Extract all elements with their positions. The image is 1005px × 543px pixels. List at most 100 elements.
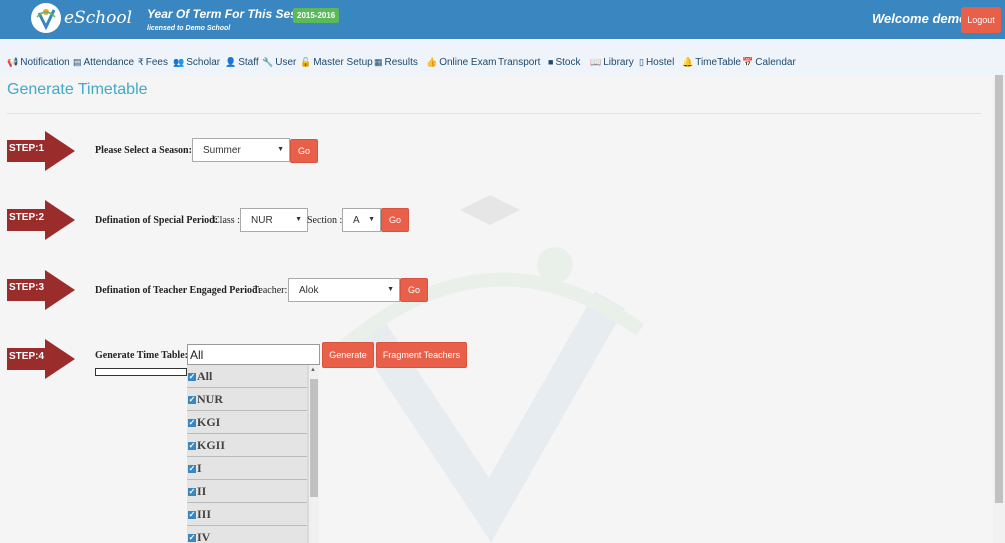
step-2-marker: STEP:2 bbox=[7, 200, 75, 245]
nav-item-label: Fees bbox=[145, 57, 168, 68]
welcome-text: Welcome demo ! bbox=[872, 11, 976, 26]
nav-item-notification[interactable]: 📢 Notification bbox=[7, 57, 70, 68]
licensed-text: licensed to Demo School bbox=[147, 25, 231, 32]
season-value: Summer bbox=[203, 145, 241, 156]
class-option-label: III bbox=[197, 507, 212, 521]
dropdown-arrow-icon: ▼ bbox=[368, 216, 375, 223]
class-options-list[interactable]: ✓ All ✓ NUR ✓ KGI ✓ KGII ✓ I ✓ II ✓ III ✓ IV bbox=[187, 365, 319, 543]
main-nav: 📢 Notification ▤ Attendance ₹ Fees 👥 Scholar 👤 St… bbox=[0, 39, 1005, 75]
top-bar: eSchool Year Of Term For This Session :-… bbox=[0, 0, 1005, 39]
nav-item-label: Online Exam bbox=[439, 57, 497, 68]
class-option-item[interactable]: ✓ III bbox=[187, 503, 307, 526]
nav-item-calendar[interactable]: 📅 Calendar bbox=[742, 57, 796, 68]
teacher-value: Alok bbox=[299, 285, 319, 296]
nav-item-stock[interactable]: ■ Stock bbox=[548, 57, 580, 68]
special-period-go-button[interactable]: Go bbox=[381, 208, 409, 232]
class-option-item[interactable]: ✓ KGII bbox=[187, 434, 307, 457]
section-select[interactable]: A ▼ bbox=[342, 208, 381, 232]
building-icon: ▯ bbox=[639, 57, 644, 67]
bell-icon: 🔔 bbox=[682, 57, 694, 67]
generate-button[interactable]: Generate bbox=[322, 342, 374, 368]
calendar-icon: 📅 bbox=[742, 57, 754, 67]
nav-item-scholar[interactable]: 👥 Scholar bbox=[173, 57, 220, 68]
class-option-item[interactable]: ✓ II bbox=[187, 480, 307, 503]
nav-item-label: Notification bbox=[20, 57, 70, 68]
nav-item-label: Stock bbox=[555, 57, 581, 68]
dropdown-arrow-icon: ▼ bbox=[295, 216, 302, 223]
season-label: Please Select a Season: bbox=[95, 145, 192, 156]
nav-item-library[interactable]: 📖 Library bbox=[590, 57, 634, 68]
page-title: Generate Timetable bbox=[7, 81, 148, 98]
logo-icon[interactable] bbox=[31, 3, 61, 33]
nav-item-attendance[interactable]: ▤ Attendance bbox=[73, 57, 134, 68]
teacher-go-button[interactable]: Go bbox=[400, 278, 428, 302]
logout-button[interactable]: Logout bbox=[961, 7, 1001, 33]
rupee-icon: ₹ bbox=[138, 57, 144, 67]
class-option-label: All bbox=[197, 369, 213, 383]
section-value: A bbox=[353, 215, 360, 226]
wrench-icon: 🔧 bbox=[262, 57, 274, 67]
checkbox-checked-icon[interactable]: ✓ bbox=[188, 396, 196, 404]
page-scroll-thumb[interactable] bbox=[995, 75, 1003, 503]
class-multiselect-input[interactable]: All bbox=[187, 344, 320, 365]
checkbox-checked-icon[interactable]: ✓ bbox=[188, 465, 196, 473]
nav-item-transport[interactable]: Transport bbox=[498, 57, 540, 68]
nav-item-results[interactable]: ▦ Results bbox=[374, 57, 418, 68]
class-option-item[interactable]: ✓ All bbox=[187, 365, 307, 388]
step-1-label: STEP:1 bbox=[9, 143, 45, 154]
nav-item-staff[interactable]: 👤 Staff bbox=[225, 57, 259, 68]
class-select[interactable]: NUR ▼ bbox=[240, 208, 308, 232]
class-option-item[interactable]: ✓ IV bbox=[187, 526, 307, 543]
step-3-marker: STEP:3 bbox=[7, 270, 75, 315]
nav-item-label: Attendance bbox=[83, 57, 135, 68]
class-option-item[interactable]: ✓ KGI bbox=[187, 411, 307, 434]
step-4-label: STEP:4 bbox=[9, 351, 45, 362]
document-icon: ▤ bbox=[73, 57, 82, 67]
checkbox-checked-icon[interactable]: ✓ bbox=[188, 442, 196, 450]
generate-timetable-label: Generate Time Table: bbox=[95, 350, 188, 361]
teacher-select[interactable]: Alok ▼ bbox=[288, 278, 400, 302]
nav-item-user[interactable]: 🔧 User bbox=[262, 57, 296, 68]
title-divider bbox=[7, 113, 981, 114]
options-scrollbar[interactable]: ▲ bbox=[309, 365, 319, 543]
page-scrollbar[interactable] bbox=[993, 75, 1005, 543]
step-3-label: STEP:3 bbox=[9, 282, 45, 293]
class-option-label: KGI bbox=[197, 415, 221, 429]
session-badge: 2015-2016 bbox=[293, 8, 340, 23]
logo-text[interactable]: eSchool bbox=[64, 8, 132, 28]
nav-item-label: TimeTable bbox=[695, 57, 741, 68]
checkbox-checked-icon[interactable]: ✓ bbox=[188, 511, 196, 519]
options-scroll-thumb[interactable] bbox=[310, 379, 318, 497]
class-option-label: II bbox=[197, 484, 207, 498]
nav-item-master-setup[interactable]: 🔓 Master Setup bbox=[300, 57, 373, 68]
class-option-item[interactable]: ✓ NUR bbox=[187, 388, 307, 411]
nav-item-fees[interactable]: ₹ Fees bbox=[138, 57, 168, 68]
nav-item-label: Hostel bbox=[645, 57, 675, 68]
class-option-label: IV bbox=[197, 530, 211, 543]
checkbox-checked-icon[interactable]: ✓ bbox=[188, 488, 196, 496]
season-go-button[interactable]: Go bbox=[290, 139, 318, 163]
checkbox-checked-icon[interactable]: ✓ bbox=[188, 534, 196, 542]
thumbs-up-icon: 👍 bbox=[426, 57, 438, 67]
checkbox-checked-icon[interactable]: ✓ bbox=[188, 419, 196, 427]
megaphone-icon: 📢 bbox=[7, 57, 19, 67]
book-icon: 📖 bbox=[590, 57, 602, 67]
nav-item-label: User bbox=[275, 57, 297, 68]
scroll-up-icon[interactable]: ▲ bbox=[310, 367, 316, 373]
nav-item-label: Calendar bbox=[755, 57, 796, 68]
nav-item-hostel[interactable]: ▯ Hostel bbox=[639, 57, 674, 68]
nav-item-timetable[interactable]: 🔔 TimeTable bbox=[682, 57, 741, 68]
progress-box bbox=[95, 368, 187, 376]
step-1-marker: STEP:1 bbox=[7, 131, 75, 176]
class-option-item[interactable]: ✓ I bbox=[187, 457, 307, 480]
step-4-marker: STEP:4 bbox=[7, 339, 75, 384]
class-option-label: I bbox=[197, 461, 202, 475]
season-select[interactable]: Summer ▼ bbox=[192, 138, 290, 162]
teacher-engaged-label: Defination of Teacher Engaged Period: bbox=[95, 285, 261, 296]
nav-item-online-exam[interactable]: 👍 Online Exam bbox=[426, 57, 496, 68]
chart-icon: ▦ bbox=[374, 57, 383, 67]
fragment-teachers-button[interactable]: Fragment Teachers bbox=[376, 342, 467, 368]
checkbox-checked-icon[interactable]: ✓ bbox=[188, 373, 196, 381]
class-option-label: NUR bbox=[197, 392, 223, 406]
nav-item-label: Transport bbox=[498, 57, 541, 68]
